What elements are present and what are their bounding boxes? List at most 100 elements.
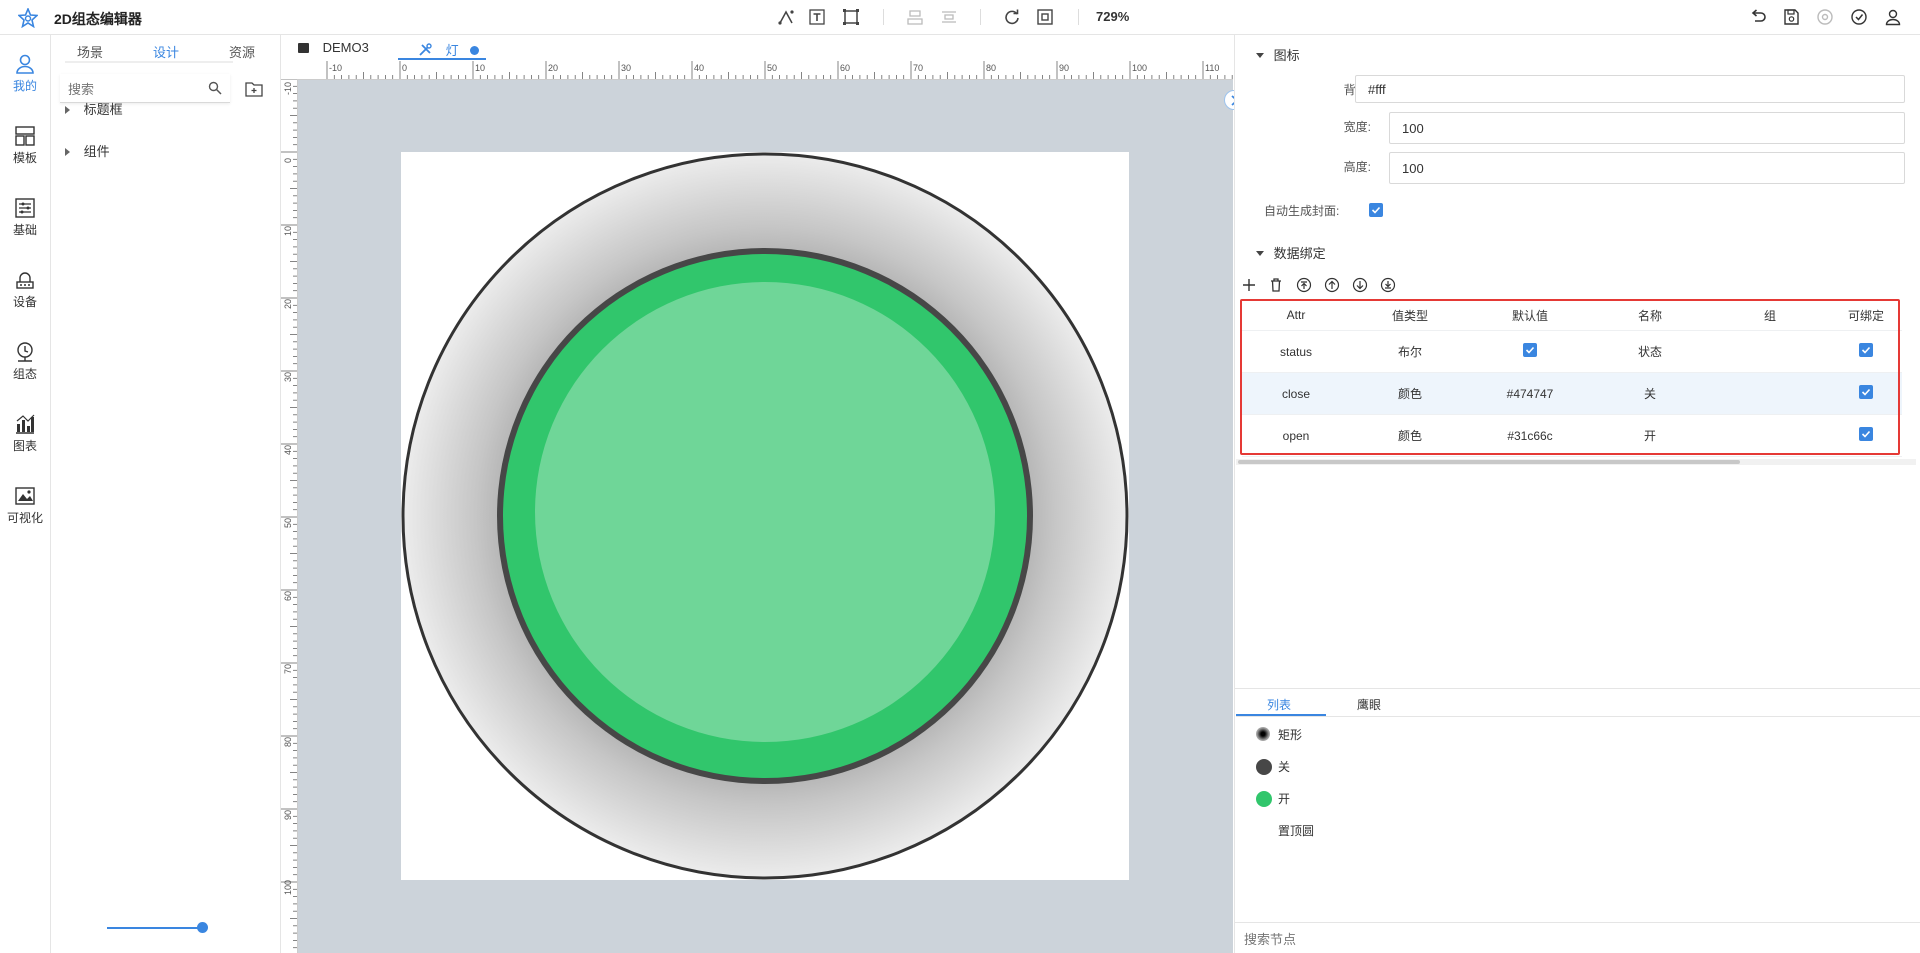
left-rail: 我的 模板 基础 设备 组态 图表 可视化	[0, 35, 51, 953]
doc-tab-lamp[interactable]: 灯	[418, 40, 480, 59]
rail-item-chart[interactable]: 图表	[0, 413, 50, 473]
cell-name[interactable]: 关	[1590, 372, 1710, 415]
search-icon[interactable]	[208, 81, 222, 95]
cell-type[interactable]: 颜色	[1350, 372, 1470, 415]
rectangle-tool-icon[interactable]	[842, 8, 860, 26]
move-down-icon[interactable]	[1352, 277, 1368, 293]
cell-bindable[interactable]	[1830, 330, 1902, 373]
artboard[interactable]	[401, 152, 1129, 880]
section-icon-header[interactable]: 图标	[1256, 45, 1300, 64]
cell-bindable[interactable]	[1830, 372, 1902, 415]
move-up-icon[interactable]	[1324, 277, 1340, 293]
move-bottom-icon[interactable]	[1380, 277, 1396, 293]
height-field[interactable]	[1389, 152, 1905, 184]
section-title: 图标	[1273, 48, 1300, 63]
text-tool-icon[interactable]	[808, 8, 826, 26]
preview-icon[interactable]	[1816, 8, 1834, 26]
bindable-checkbox[interactable]	[1859, 385, 1873, 399]
doc-tab-demo3[interactable]: DEMO3	[298, 40, 369, 55]
delete-icon[interactable]	[1268, 277, 1284, 293]
zoom-slider-track[interactable]	[107, 927, 203, 929]
cell-attr[interactable]: close	[1242, 372, 1350, 415]
ruler-top: -10 0 10 20 30 40 50 60 70 80 90 100 110	[297, 61, 1233, 80]
table-scrollbar-thumb[interactable]	[1238, 460, 1740, 464]
cell-type[interactable]: 布尔	[1350, 330, 1470, 373]
publish-icon[interactable]	[1850, 8, 1868, 26]
col-header-name[interactable]: 名称	[1590, 300, 1710, 331]
cell-group[interactable]	[1710, 414, 1830, 457]
zoom-slider-handle[interactable]	[197, 922, 208, 933]
cell-type[interactable]: 颜色	[1350, 414, 1470, 457]
table-row[interactable]: close 颜色 #474747 关	[1242, 372, 1902, 415]
ruler-top-label: 70	[913, 63, 924, 73]
rail-item-visualization[interactable]: 可视化	[0, 485, 50, 545]
tab-eagle-eye[interactable]: 鹰眼	[1357, 696, 1381, 713]
undo-icon[interactable]	[1749, 8, 1767, 26]
zoom-level[interactable]: 729%	[1096, 9, 1129, 24]
cell-bindable[interactable]	[1830, 414, 1902, 457]
table-row[interactable]: open 颜色 #31c66c 开	[1242, 414, 1902, 457]
new-folder-icon[interactable]	[245, 81, 263, 97]
layer-item-top-circle[interactable]: 置顶圆	[1256, 822, 1314, 839]
layer-item-on[interactable]: 开	[1256, 790, 1290, 807]
cell-default[interactable]: #474747	[1470, 372, 1590, 415]
distribute-icon[interactable]	[940, 8, 958, 26]
checkmark-icon	[1371, 206, 1381, 214]
left-panel: 场景 设计 资源 标题框 组件	[51, 35, 281, 953]
cell-attr[interactable]: status	[1242, 330, 1350, 373]
cell-default[interactable]	[1470, 330, 1590, 373]
layer-item-off[interactable]: 关	[1256, 758, 1290, 775]
connector-tool-icon[interactable]	[777, 8, 795, 26]
tree-node-components[interactable]: 组件	[65, 141, 110, 160]
fit-view-icon[interactable]	[1036, 8, 1054, 26]
doc-tab-label: 灯	[445, 43, 459, 58]
cell-name[interactable]: 开	[1590, 414, 1710, 457]
rail-item-device[interactable]: 设备	[0, 269, 50, 329]
rail-item-basic[interactable]: 基础	[0, 197, 50, 257]
lamp-graphic[interactable]	[401, 152, 1129, 880]
save-icon[interactable]	[1782, 8, 1800, 26]
refresh-icon[interactable]	[1003, 8, 1021, 26]
default-checkbox[interactable]	[1523, 343, 1537, 357]
table-row[interactable]: status 布尔 状态	[1242, 330, 1902, 373]
divider	[1234, 922, 1920, 923]
layer-item-rect[interactable]: 矩形	[1256, 726, 1302, 743]
add-icon[interactable]	[1241, 277, 1257, 293]
bindable-checkbox[interactable]	[1859, 427, 1873, 441]
rail-item-mine[interactable]: 我的	[0, 53, 50, 113]
rail-item-scada[interactable]: 组态	[0, 341, 50, 401]
tab-scene[interactable]: 场景	[77, 42, 103, 61]
tab-list[interactable]: 列表	[1267, 696, 1291, 713]
search-input[interactable]	[66, 78, 200, 100]
cell-default[interactable]: #31c66c	[1470, 414, 1590, 457]
col-header-type[interactable]: 值类型	[1350, 300, 1470, 331]
node-search-input[interactable]	[1242, 927, 1646, 951]
caret-right-icon	[65, 106, 70, 114]
rail-item-template[interactable]: 模板	[0, 125, 50, 185]
auto-cover-checkbox[interactable]	[1369, 203, 1383, 217]
table-scrollbar-track[interactable]	[1236, 459, 1916, 465]
active-tab-underline	[398, 58, 486, 60]
cell-attr[interactable]: open	[1242, 414, 1350, 457]
lamp-top-circle[interactable]	[535, 282, 995, 742]
col-header-bindable[interactable]: 可绑定	[1830, 300, 1902, 331]
col-header-group[interactable]: 组	[1710, 300, 1830, 331]
tab-resource[interactable]: 资源	[229, 42, 255, 61]
ruler-left-label: 70	[283, 663, 293, 674]
section-binding-header[interactable]: 数据绑定	[1256, 243, 1326, 262]
move-top-icon[interactable]	[1296, 277, 1312, 293]
bindable-checkbox[interactable]	[1859, 343, 1873, 357]
tab-design[interactable]: 设计	[153, 42, 179, 61]
col-header-default[interactable]: 默认值	[1470, 300, 1590, 331]
ruler-left-label: 40	[283, 444, 293, 455]
background-field[interactable]	[1355, 75, 1905, 103]
cell-group[interactable]	[1710, 330, 1830, 373]
divider	[1234, 688, 1920, 689]
tree-node-title-box[interactable]: 标题框	[65, 99, 123, 118]
user-account-icon[interactable]	[1884, 8, 1902, 26]
align-icon[interactable]	[906, 8, 924, 26]
width-field[interactable]	[1389, 112, 1905, 144]
cell-group[interactable]	[1710, 372, 1830, 415]
cell-name[interactable]: 状态	[1590, 330, 1710, 373]
col-header-attr[interactable]: Attr	[1242, 300, 1350, 331]
